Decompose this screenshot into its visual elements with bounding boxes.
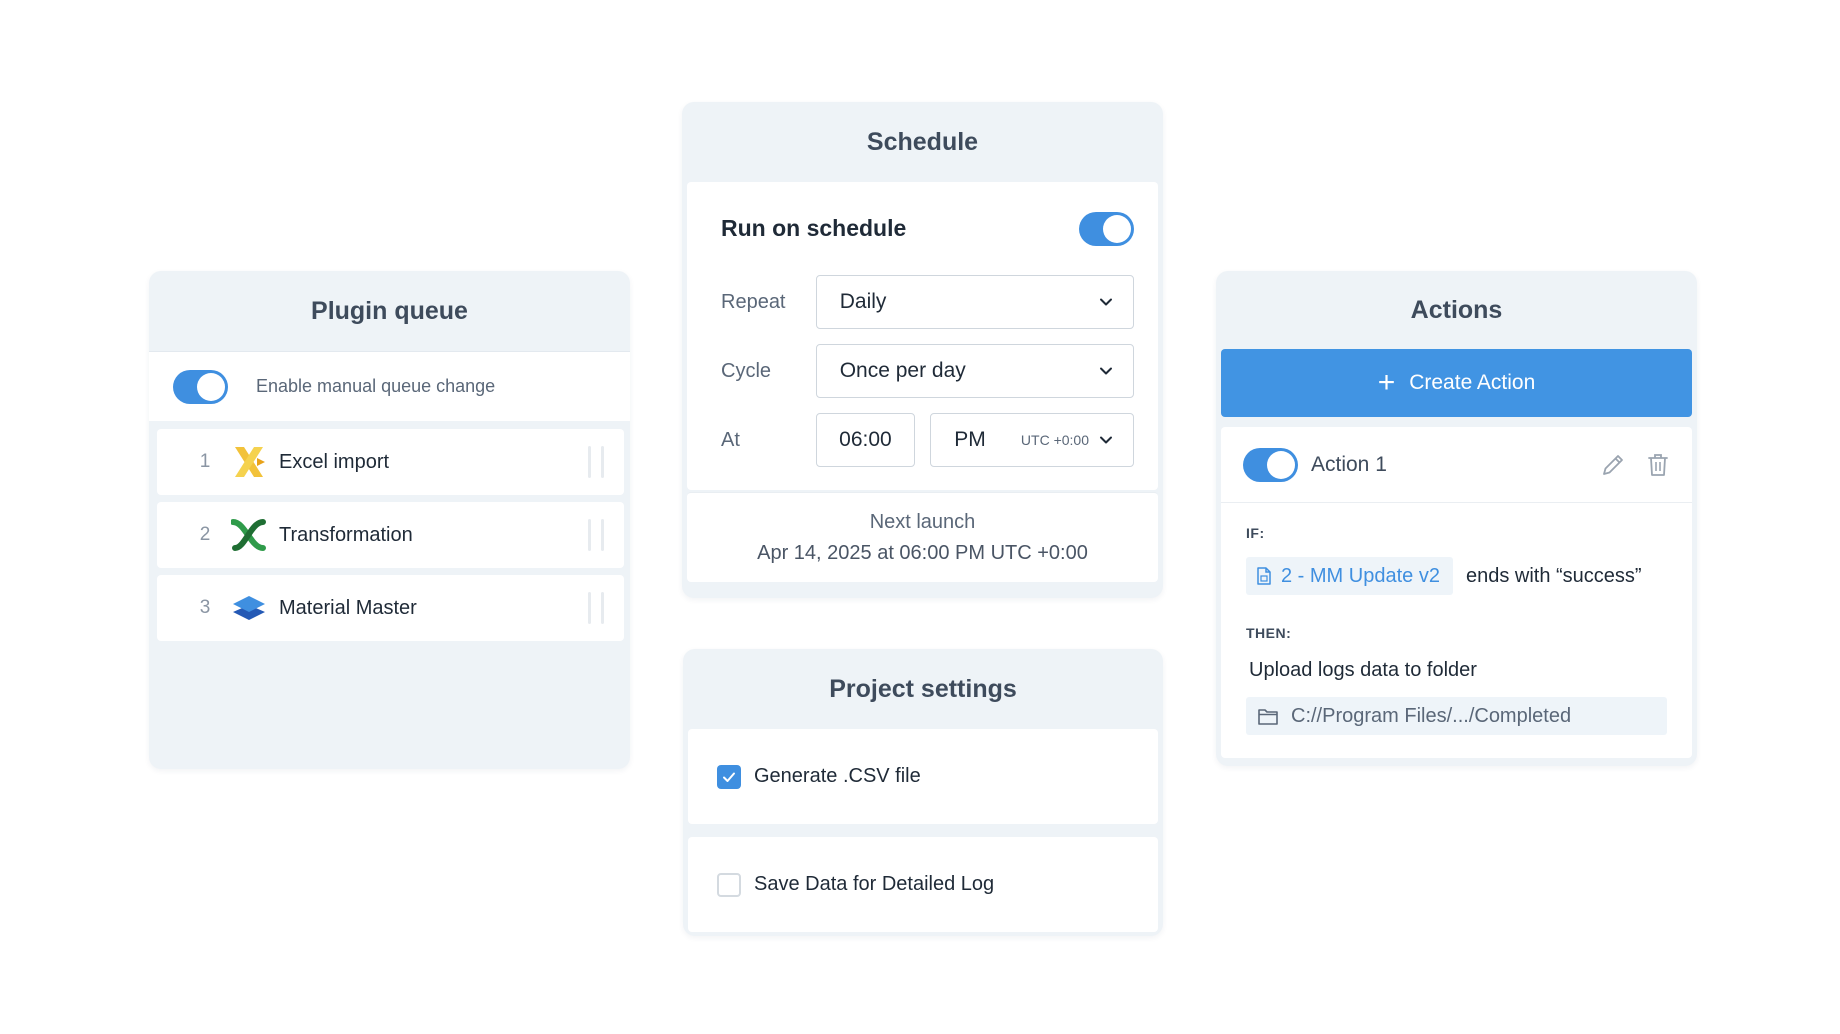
actions-panel: Actions + Create Action Action 1 IF: 2 -… <box>1216 271 1697 766</box>
trash-icon[interactable] <box>1646 452 1670 478</box>
action-name: Action 1 <box>1311 452 1387 476</box>
drag-handle[interactable] <box>588 592 604 624</box>
save-detailed-log-label: Save Data for Detailed Log <box>754 873 995 895</box>
action-header: Action 1 <box>1221 427 1692 503</box>
project-settings-title: Project settings <box>829 674 1017 703</box>
repeat-value: Daily <box>839 290 887 313</box>
manual-queue-toggle[interactable] <box>173 369 228 404</box>
if-row: 2 - MM Update v2 ends with “success” <box>1246 557 1667 595</box>
run-on-schedule-label: Run on schedule <box>721 215 907 241</box>
plus-icon: + <box>1377 366 1396 399</box>
then-text: Upload logs data to folder <box>1249 659 1477 681</box>
run-on-schedule-row: Run on schedule <box>721 182 1134 275</box>
queue-item-name: Material Master <box>279 596 417 619</box>
ampm-value: PM <box>954 428 986 451</box>
save-detailed-log-checkbox[interactable] <box>717 872 741 897</box>
chevron-down-icon <box>1100 367 1112 375</box>
schedule-panel: Schedule Run on schedule Repeat Daily Cy… <box>682 102 1163 598</box>
queue-item-number: 2 <box>199 524 211 545</box>
transformation-icon <box>229 515 269 555</box>
chevron-down-icon <box>1100 298 1112 306</box>
at-row: At 06:00 PM UTC +0:00 <box>721 413 1134 467</box>
save-detailed-log-option[interactable]: Save Data for Detailed Log <box>688 837 1158 932</box>
if-source-name: 2 - MM Update v2 <box>1281 564 1440 587</box>
schedule-title: Schedule <box>866 127 979 156</box>
generate-csv-option[interactable]: Generate .CSV file <box>688 729 1158 824</box>
cycle-value: Once per day <box>839 359 966 382</box>
time-value: 06:00 <box>839 428 892 451</box>
excel-x-icon <box>229 442 269 482</box>
timezone-value: UTC +0:00 <box>1020 432 1089 448</box>
then-path-value: C://Program Files/.../Completed <box>1291 704 1572 727</box>
drag-handle[interactable] <box>588 446 604 478</box>
queue-item-transformation[interactable]: 2 Transformation <box>157 502 624 568</box>
queue-item-name: Transformation <box>279 523 413 546</box>
if-source-chip[interactable]: 2 - MM Update v2 <box>1246 557 1453 595</box>
next-launch-label: Next launch <box>869 511 976 533</box>
then-label: THEN: <box>1246 625 1292 641</box>
cycle-row: Cycle Once per day <box>721 344 1134 398</box>
cycle-select[interactable]: Once per day <box>815 344 1134 398</box>
pencil-icon[interactable] <box>1600 452 1626 478</box>
plugin-queue-panel: Plugin queue Enable manual queue change … <box>149 271 630 769</box>
queue-item-number: 1 <box>199 451 211 472</box>
at-label: At <box>721 428 740 451</box>
plugin-queue-list: 1 Excel import 2 Transformation 3 Materi… <box>149 421 630 641</box>
cycle-label: Cycle <box>721 359 772 382</box>
action-card: Action 1 IF: 2 - MM Update v2 ends with … <box>1221 427 1692 758</box>
manual-queue-row: Enable manual queue change <box>149 351 630 421</box>
drag-handle[interactable] <box>588 519 604 551</box>
schedule-body: Run on schedule Repeat Daily Cycle Once … <box>687 182 1158 490</box>
check-icon <box>723 772 735 782</box>
if-condition: ends with “success” <box>1465 564 1642 587</box>
repeat-select[interactable]: Daily <box>815 275 1134 329</box>
project-settings-panel: Project settings Generate .CSV file Save… <box>683 649 1163 936</box>
queue-item-name: Excel import <box>279 450 390 473</box>
chevron-down-icon <box>1100 436 1112 444</box>
folder-icon <box>1258 708 1278 725</box>
generate-csv-checkbox[interactable] <box>717 764 741 789</box>
queue-item-number: 3 <box>199 597 211 618</box>
repeat-row: Repeat Daily <box>721 275 1134 329</box>
run-on-schedule-toggle[interactable] <box>1079 211 1134 246</box>
manual-queue-label: Enable manual queue change <box>256 376 496 396</box>
action-body: IF: 2 - MM Update v2 ends with “success”… <box>1221 503 1692 735</box>
action-enabled-toggle[interactable] <box>1243 447 1298 482</box>
layers-icon <box>229 588 269 628</box>
next-launch-value: Apr 14, 2025 at 06:00 PM UTC +0:00 <box>757 542 1088 564</box>
plugin-queue-title: Plugin queue <box>311 296 468 325</box>
queue-item-material-master[interactable]: 3 Material Master <box>157 575 624 641</box>
time-input[interactable]: 06:00 <box>815 413 916 467</box>
file-icon <box>1257 567 1271 585</box>
if-label: IF: <box>1246 525 1265 541</box>
create-action-label: Create Action <box>1409 371 1536 394</box>
ampm-timezone-select[interactable]: PM UTC +0:00 <box>930 413 1134 467</box>
queue-item-excel-import[interactable]: 1 Excel import <box>157 429 624 495</box>
then-path-field[interactable]: C://Program Files/.../Completed <box>1246 697 1667 735</box>
actions-title: Actions <box>1410 295 1503 324</box>
create-action-button[interactable]: + Create Action <box>1221 349 1692 417</box>
repeat-label: Repeat <box>721 290 786 313</box>
generate-csv-label: Generate .CSV file <box>754 765 921 787</box>
next-launch-box: Next launch Apr 14, 2025 at 06:00 PM UTC… <box>687 492 1158 582</box>
